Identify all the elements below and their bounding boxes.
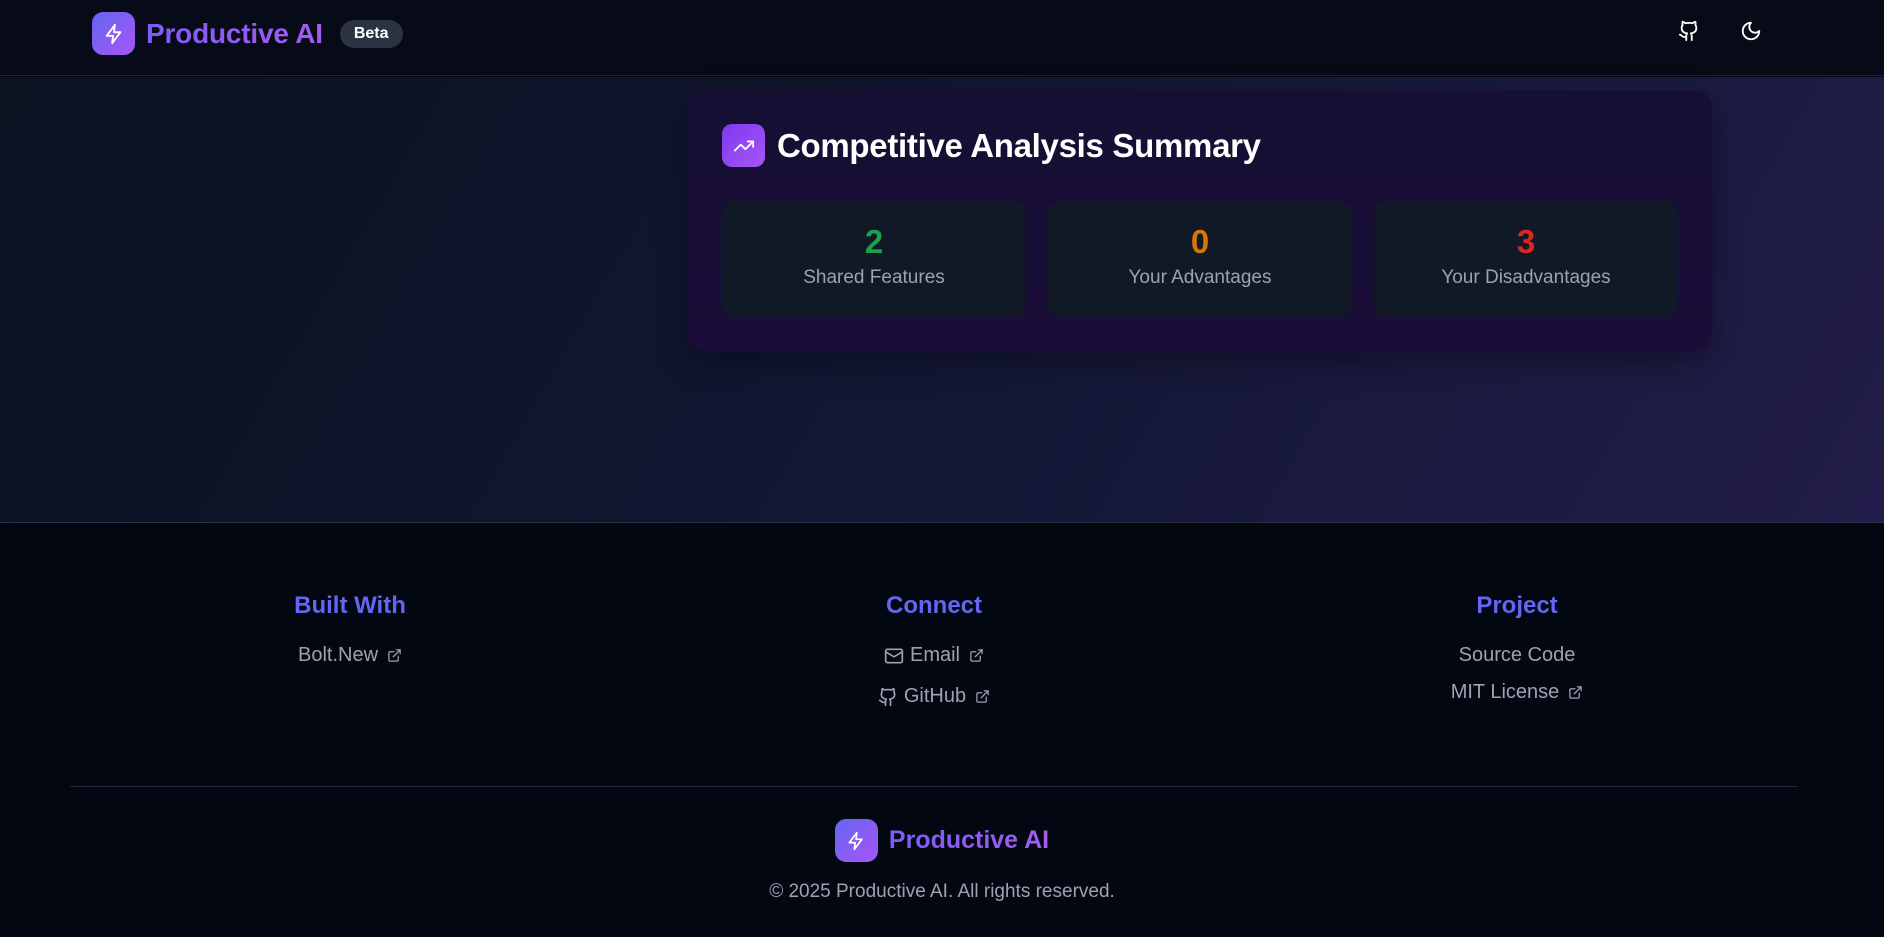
stat-label: Your Advantages bbox=[1128, 267, 1272, 288]
source-code-link[interactable]: Source Code bbox=[1459, 642, 1576, 669]
email-link[interactable]: Email bbox=[884, 642, 984, 669]
stat-label: Your Disadvantages bbox=[1441, 267, 1611, 288]
footer-heading: Built With bbox=[294, 592, 406, 619]
lightning-icon bbox=[92, 12, 135, 55]
copyright-text: © 2025 Productive AI. All rights reserve… bbox=[769, 881, 1115, 902]
external-link-icon bbox=[1569, 686, 1583, 699]
stat-shared-features: 2 Shared Features bbox=[722, 201, 1026, 318]
stat-your-advantages: 0 Your Advantages bbox=[1048, 201, 1352, 318]
beta-badge: Beta bbox=[339, 19, 403, 48]
mit-license-link[interactable]: MIT License bbox=[1451, 679, 1584, 706]
github-link[interactable]: GitHub bbox=[878, 683, 990, 710]
link-label: Email bbox=[909, 644, 960, 666]
external-link-icon bbox=[388, 649, 401, 662]
footer-connect: Connect Email GitHub bbox=[784, 592, 1084, 724]
brand-logo-link[interactable]: Productive AI Beta bbox=[92, 12, 403, 55]
footer-brand: Productive AI bbox=[0, 819, 1884, 862]
github-icon bbox=[1678, 20, 1700, 47]
bolt-new-link[interactable]: Bolt.New bbox=[298, 642, 402, 669]
stat-value: 3 bbox=[1516, 223, 1536, 260]
competitive-analysis-summary-card: Competitive Analysis Summary 2 Shared Fe… bbox=[687, 91, 1712, 351]
stat-label: Shared Features bbox=[803, 267, 945, 288]
link-label: Source Code bbox=[1458, 644, 1576, 666]
footer-heading: Connect bbox=[886, 592, 982, 619]
external-link-icon bbox=[970, 649, 983, 662]
stat-your-disadvantages: 3 Your Disadvantages bbox=[1374, 201, 1678, 318]
card-title: Competitive Analysis Summary bbox=[777, 126, 1261, 164]
github-icon bbox=[878, 687, 896, 706]
footer-divider bbox=[70, 786, 1798, 787]
footer-project: Project Source Code MIT License bbox=[1367, 592, 1667, 720]
moon-icon bbox=[1740, 20, 1762, 47]
link-label: MIT License bbox=[1450, 681, 1560, 703]
external-link-icon bbox=[976, 690, 989, 703]
trending-up-icon bbox=[722, 124, 765, 167]
link-label: Bolt.New bbox=[297, 644, 379, 666]
theme-toggle-button[interactable] bbox=[1732, 14, 1770, 52]
main-content: Competitive Analysis Summary 2 Shared Fe… bbox=[0, 77, 1884, 523]
stat-value: 0 bbox=[1190, 223, 1210, 260]
footer-heading: Project bbox=[1476, 592, 1558, 619]
footer: Built With Bolt.New Connect Email GitHub… bbox=[0, 524, 1884, 937]
card-header: Competitive Analysis Summary bbox=[722, 124, 1261, 167]
lightning-icon bbox=[834, 819, 878, 862]
top-navbar: Productive AI Beta bbox=[0, 0, 1884, 76]
stat-value: 2 bbox=[864, 223, 884, 260]
mail-icon bbox=[884, 648, 904, 663]
footer-built-with: Built With Bolt.New bbox=[200, 592, 500, 683]
github-button[interactable] bbox=[1670, 14, 1708, 52]
link-label: GitHub bbox=[903, 685, 967, 707]
footer-brand-name: Productive AI bbox=[888, 826, 1050, 854]
brand-name: Productive AI bbox=[146, 17, 323, 49]
